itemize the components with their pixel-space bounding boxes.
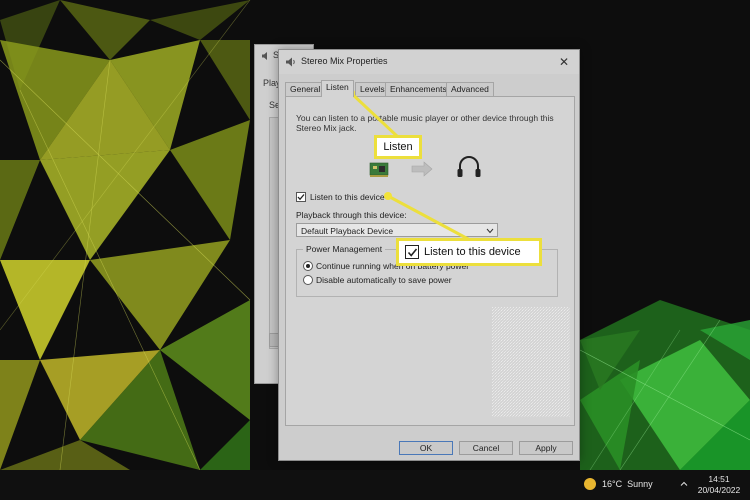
taskbar-clock[interactable]: 14:51 20/04/2022 — [694, 474, 744, 496]
playback-device-label: Playback through this device: — [296, 210, 407, 220]
speaker-icon — [286, 57, 295, 67]
arrow-right-icon — [411, 161, 433, 177]
listen-description: You can listen to a portable music playe… — [296, 113, 554, 133]
playback-device-value: Default Playback Device — [301, 226, 394, 236]
cancel-button[interactable]: Cancel — [459, 441, 513, 455]
listen-callout: Listen — [374, 135, 422, 159]
sound-card-icon — [369, 162, 389, 177]
clock-date: 20/04/2022 — [697, 485, 741, 495]
chevron-up-icon[interactable] — [680, 480, 688, 488]
disable-automatically-label: Disable automatically to save power — [316, 275, 452, 285]
chevron-down-icon — [486, 228, 494, 234]
weather-text: 16°C Sunny — [602, 479, 658, 489]
weather-condition: Sunny — [627, 479, 653, 489]
disable-automatically-radio[interactable] — [303, 275, 313, 285]
listen-callout-text: Listen — [383, 141, 413, 153]
window-title: Stereo Mix Properties — [301, 56, 388, 66]
tab-advanced[interactable]: Advanced — [446, 82, 494, 96]
temperature: 16°C — [602, 479, 623, 489]
tab-general[interactable]: General — [285, 82, 326, 96]
listen-to-device-row[interactable]: Listen to this device — [296, 191, 385, 203]
sun-icon — [584, 478, 596, 490]
disable-automatically-option[interactable]: Disable automatically to save power — [303, 274, 452, 286]
clock-time: 14:51 — [708, 474, 730, 484]
radio-selected-dot — [306, 264, 310, 268]
tab-enhancements[interactable]: Enhancements — [385, 82, 452, 96]
ok-button[interactable]: OK — [399, 441, 453, 455]
listen-to-device-checkbox[interactable] — [296, 192, 306, 202]
speaker-icon — [262, 52, 267, 60]
checkbox-checked-icon — [405, 245, 419, 259]
tab-listen[interactable]: Listen — [321, 80, 354, 97]
power-management-title: Power Management — [303, 244, 386, 254]
panel-dither-pattern — [492, 307, 570, 417]
listen-to-device-callout-text: Listen to this device — [424, 246, 521, 258]
checkmark-icon — [297, 194, 305, 201]
continue-running-radio[interactable] — [303, 261, 313, 271]
listen-to-device-label: Listen to this device — [310, 192, 385, 202]
weather-widget[interactable]: 16°C Sunny — [584, 478, 658, 490]
headphones-icon — [457, 156, 481, 177]
title-bar[interactable]: Stereo Mix Properties ✕ — [279, 50, 579, 74]
listen-to-device-callout: Listen to this device — [396, 238, 542, 266]
taskbar: 16°C Sunny 14:51 20/04/2022 — [0, 470, 750, 500]
apply-button[interactable]: Apply — [519, 441, 573, 455]
playback-device-select[interactable]: Default Playback Device — [296, 223, 498, 237]
close-icon[interactable]: ✕ — [553, 52, 575, 72]
